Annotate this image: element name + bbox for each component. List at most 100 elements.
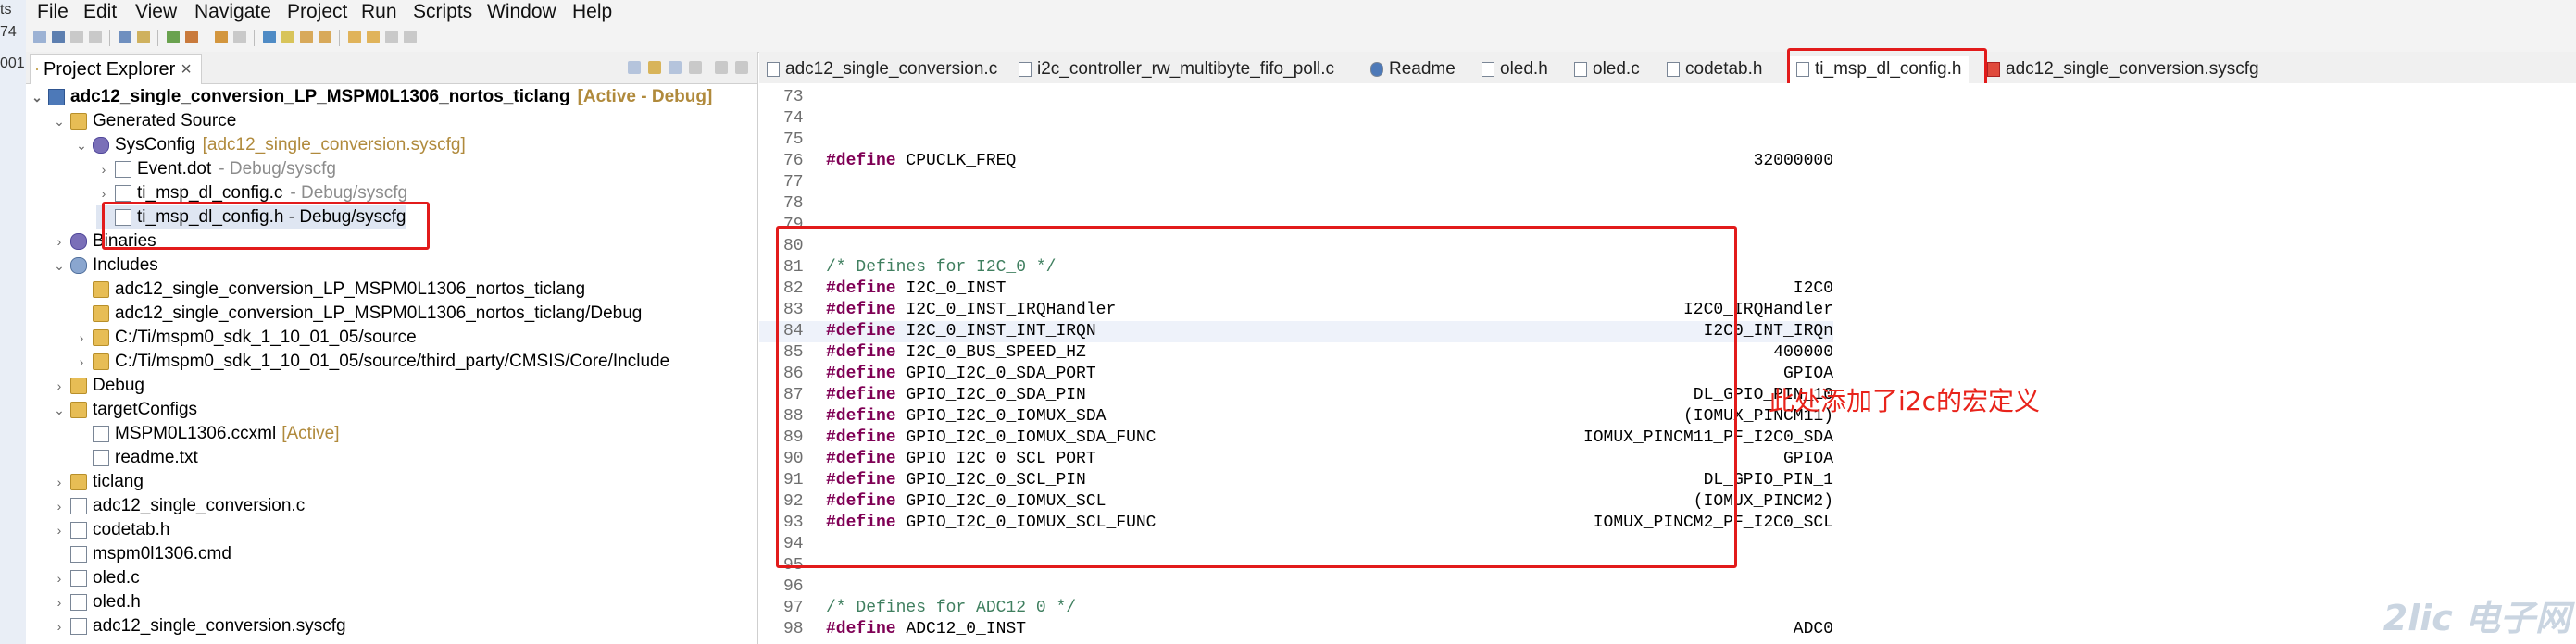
tree-item-decoration: [Active] — [281, 424, 340, 443]
menu-file[interactable]: File — [37, 0, 69, 24]
tree-item-label: C:/Ti/mspm0_sdk_1_10_01_05/source — [115, 328, 417, 347]
code-comment: /* Defines for ADC12_0 */ — [826, 599, 1077, 617]
pencil-icon[interactable] — [281, 31, 294, 43]
tree-item-ticlang[interactable]: › ticlang — [52, 470, 144, 494]
tree-item-targetconfigs[interactable]: ⌄ targetConfigs — [52, 398, 197, 422]
code-line: 96 — [759, 576, 1833, 598]
build-icon[interactable] — [137, 31, 150, 43]
macro-value: ADC0 — [1793, 620, 1833, 638]
chevron-down-icon[interactable]: ⌄ — [52, 398, 67, 422]
file-icon — [1019, 62, 1032, 77]
chevron-down-icon[interactable] — [233, 31, 246, 43]
search-icon[interactable] — [263, 31, 276, 43]
code-text: /* Defines for ADC12_0 */ — [826, 598, 1076, 619]
forward-icon[interactable] — [367, 31, 380, 43]
tab-syscfg[interactable]: adc12_single_conversion.syscfg — [1987, 56, 2259, 83]
history-icon[interactable] — [404, 31, 417, 43]
save-icon[interactable] — [52, 31, 65, 43]
chevron-down-icon[interactable]: ⌄ — [52, 109, 67, 133]
folder-icon — [93, 281, 109, 298]
menu-window[interactable]: Window — [487, 0, 556, 24]
flash-icon[interactable] — [185, 31, 198, 43]
tree-item-include-path[interactable]: adc12_single_conversion_LP_MSPM0L1306_no… — [74, 278, 585, 302]
save-all-icon[interactable] — [70, 31, 83, 43]
new-file-icon[interactable] — [33, 31, 46, 43]
tab-i2c-controller[interactable]: i2c_controller_rw_multibyte_fifo_poll.c — [1019, 56, 1334, 83]
chevron-right-icon[interactable]: › — [52, 374, 67, 398]
print-icon[interactable] — [89, 31, 102, 43]
menu-scripts[interactable]: Scripts — [413, 0, 472, 24]
tree-item-project[interactable]: ⌄ adc12_single_conversion_LP_MSPM0L1306_… — [30, 85, 712, 109]
chevron-right-icon[interactable]: › — [52, 614, 67, 638]
next-annotation-icon[interactable] — [300, 31, 313, 43]
chevron-down-icon[interactable]: ⌄ — [74, 133, 89, 157]
filter-icon[interactable] — [669, 61, 682, 74]
tree-item-codetab[interactable]: › codetab.h — [52, 518, 170, 542]
menu-help[interactable]: Help — [572, 0, 612, 24]
tab-label: oled.h — [1500, 59, 1548, 79]
tab-adc12-source[interactable]: adc12_single_conversion.c — [767, 56, 997, 83]
file-icon — [70, 594, 87, 611]
menu-run[interactable]: Run — [361, 0, 397, 24]
chevron-right-icon[interactable]: › — [52, 518, 67, 542]
chevron-down-icon[interactable]: ⌄ — [52, 254, 67, 278]
annotation-text: 此处添加了i2c的宏定义 — [1769, 386, 2040, 416]
chevron-right-icon[interactable]: › — [74, 326, 89, 350]
chevron-right-icon[interactable]: › — [74, 350, 89, 374]
chevron-right-icon[interactable]: › — [52, 470, 67, 494]
chevron-right-icon[interactable]: › — [52, 229, 67, 254]
tree-item-event-dot[interactable]: › Event.dot - Debug/syscfg — [96, 157, 336, 181]
maximize-icon[interactable] — [735, 61, 748, 74]
menu-edit[interactable]: Edit — [83, 0, 117, 24]
menu-view[interactable]: View — [135, 0, 177, 24]
chevron-right-icon[interactable]: › — [52, 494, 67, 518]
menu-navigate[interactable]: Navigate — [194, 0, 271, 24]
gear-icon[interactable] — [119, 31, 131, 43]
tab-label: Readme — [1389, 59, 1456, 79]
tree-item-include-path[interactable]: › C:/Ti/mspm0_sdk_1_10_01_05/source — [74, 326, 417, 350]
collapse-all-icon[interactable] — [628, 61, 641, 74]
file-icon — [1574, 62, 1587, 77]
file-icon — [1667, 62, 1680, 77]
tab-oled-h[interactable]: oled.h — [1482, 56, 1548, 83]
prev-annotation-icon[interactable] — [319, 31, 331, 43]
code-editor[interactable]: 73 74 75 76 #define CPUCLK_FREQ 32000000 77 78 7… — [759, 83, 2576, 644]
tree-item-includes[interactable]: ⌄ Includes — [52, 254, 158, 278]
tree-item-cmd[interactable]: mspm0l1306.cmd — [52, 542, 231, 566]
tree-item-sysconfig[interactable]: ⌄ SysConfig [adc12_single_conversion.sys… — [74, 133, 466, 157]
chevron-right-icon[interactable]: › — [96, 157, 111, 181]
chevron-down-icon[interactable] — [385, 31, 398, 43]
back-icon[interactable] — [348, 31, 361, 43]
tab-readme[interactable]: Readme — [1370, 56, 1456, 83]
folder-icon — [93, 305, 109, 322]
tree-item-include-path[interactable]: › C:/Ti/mspm0_sdk_1_10_01_05/source/thir… — [74, 350, 670, 374]
project-explorer-panel: Project Explorer × ⌄ adc12_single_conver… — [26, 52, 758, 644]
tree-item-readme[interactable]: readme.txt — [74, 446, 198, 470]
tab-label: codetab.h — [1685, 59, 1763, 79]
tree-item-ccxml[interactable]: MSPM0L1306.ccxml [Active] — [74, 422, 340, 446]
tree-item-include-path[interactable]: adc12_single_conversion_LP_MSPM0L1306_no… — [74, 302, 642, 326]
edge-text-fragment: 001 — [0, 56, 25, 71]
tab-oled-c[interactable]: oled.c — [1574, 56, 1640, 83]
tree-item-debug[interactable]: › Debug — [52, 374, 144, 398]
minimize-icon[interactable] — [715, 61, 728, 74]
tree-item-source-c[interactable]: › adc12_single_conversion.c — [52, 494, 306, 518]
chevron-right-icon[interactable]: › — [52, 566, 67, 590]
debug-icon[interactable] — [167, 31, 180, 43]
tools-icon[interactable] — [215, 31, 228, 43]
tree-item-label: Generated Source — [93, 111, 237, 130]
view-menu-icon[interactable] — [689, 61, 702, 74]
file-icon — [70, 546, 87, 563]
close-icon[interactable]: × — [181, 59, 192, 80]
chevron-down-icon[interactable]: ⌄ — [30, 85, 44, 109]
tree-item-generated-source[interactable]: ⌄ Generated Source — [52, 109, 236, 133]
tree-item-oled-h[interactable]: › oled.h — [52, 590, 141, 614]
tree-item-syscfg[interactable]: › adc12_single_conversion.syscfg — [52, 614, 346, 638]
tab-project-explorer[interactable]: Project Explorer × — [30, 54, 202, 84]
link-editor-icon[interactable] — [648, 61, 661, 74]
tree-item-oled-c[interactable]: › oled.c — [52, 566, 140, 590]
tab-codetab-h[interactable]: codetab.h — [1667, 56, 1762, 83]
menu-project[interactable]: Project — [287, 0, 347, 24]
chevron-right-icon[interactable]: › — [52, 590, 67, 614]
tab-label: adc12_single_conversion.syscfg — [2006, 59, 2259, 79]
